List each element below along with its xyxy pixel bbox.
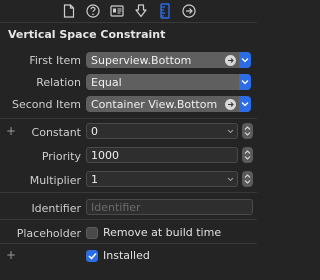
connections-icon[interactable] [179, 1, 199, 21]
chevron-down-icon[interactable] [239, 52, 251, 68]
priority-field[interactable]: 1000 [86, 147, 238, 163]
constant-field[interactable]: 0 [86, 123, 238, 139]
relation-popup[interactable]: Equal [86, 74, 251, 90]
relation-value: Equal [91, 75, 122, 89]
chevron-down-icon[interactable] [225, 124, 235, 138]
second-item-popup[interactable]: Container View.Bottom [86, 96, 251, 112]
remove-at-build-time-checkbox[interactable] [86, 227, 98, 239]
divider [0, 22, 257, 23]
file-icon[interactable] [59, 1, 79, 21]
attributes-icon[interactable] [131, 1, 151, 21]
first-item-label: First Item [29, 54, 81, 67]
placeholder-label: Placeholder [16, 227, 81, 240]
inspector-toolbar [0, 0, 257, 22]
constant-stepper[interactable] [242, 123, 253, 139]
multiplier-field[interactable]: 1 [86, 171, 238, 187]
arrow-right-circle-icon[interactable] [225, 54, 236, 66]
divider [0, 118, 257, 119]
divider [0, 192, 257, 193]
installed-label: Installed [103, 249, 150, 262]
installed-checkbox[interactable] [86, 250, 98, 262]
multiplier-label: Multiplier [29, 174, 81, 187]
chevron-down-icon[interactable] [239, 74, 251, 90]
constant-label: Constant [31, 126, 81, 139]
divider [0, 219, 257, 220]
identifier-field[interactable]: Identifier [86, 199, 253, 215]
chevron-down-icon[interactable] [225, 172, 235, 186]
multiplier-stepper[interactable] [242, 171, 253, 187]
first-item-popup[interactable]: Superview.Bottom [86, 52, 251, 68]
priority-stepper[interactable] [242, 147, 253, 163]
priority-label: Priority [41, 150, 81, 163]
second-item-value: Container View.Bottom [91, 97, 218, 111]
size-icon[interactable] [155, 1, 175, 21]
identifier-label: Identifier [31, 202, 81, 215]
help-icon[interactable] [83, 1, 103, 21]
identifier-placeholder: Identifier [91, 200, 141, 214]
relation-label: Relation [36, 76, 81, 89]
multiplier-value: 1 [91, 172, 98, 186]
section-title: Vertical Space Constraint [8, 28, 166, 41]
priority-value: 1000 [91, 148, 119, 162]
add-variation-button[interactable]: + [6, 125, 16, 137]
first-item-value: Superview.Bottom [91, 53, 192, 67]
arrow-right-circle-icon[interactable] [225, 98, 236, 110]
identity-icon[interactable] [107, 1, 127, 21]
chevron-down-icon[interactable] [239, 96, 251, 112]
constant-value: 0 [91, 124, 98, 138]
second-item-label: Second Item [11, 98, 81, 111]
add-variation-button[interactable]: + [6, 249, 16, 261]
divider [0, 243, 257, 244]
remove-at-build-time-label: Remove at build time [103, 226, 222, 239]
